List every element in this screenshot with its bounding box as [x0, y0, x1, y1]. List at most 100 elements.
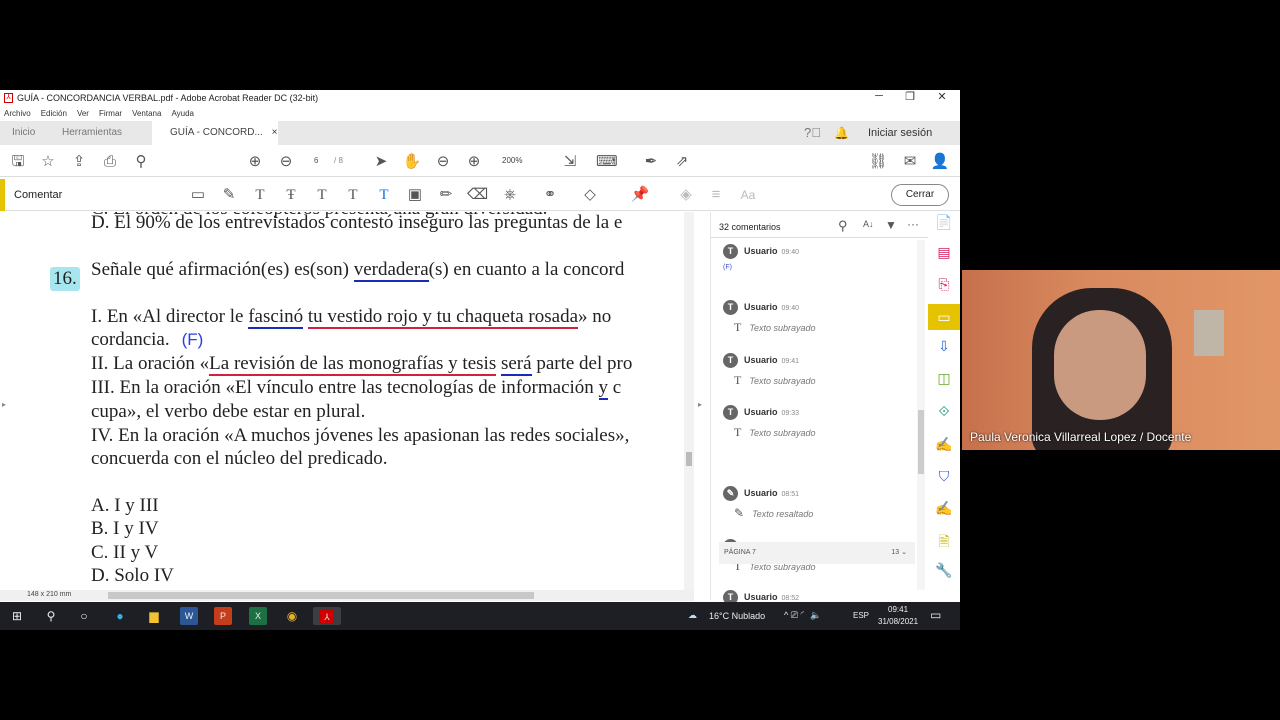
document-view[interactable]: C. El orden de los coleópteros presenta … — [0, 212, 694, 590]
insert-text-icon[interactable]: T — [343, 179, 363, 211]
comment-item[interactable]: T Usuario 09:33 T Texto subrayado — [723, 405, 816, 439]
zoom-out-icon[interactable]: ⊖ — [433, 147, 453, 177]
comment-item[interactable]: ✎ Usuario 08:51 ✎ Texto resaltado — [723, 486, 813, 520]
file-explorer-icon[interactable]: ▆ — [145, 607, 163, 625]
send-comments-icon[interactable]: 🗎 — [934, 531, 954, 551]
underlined-text[interactable]: verdadera — [353, 259, 429, 282]
filter-icon[interactable]: ▼ — [885, 218, 897, 232]
attach-icon[interactable]: ⚭ — [540, 179, 560, 211]
menu-ver[interactable]: Ver — [77, 109, 89, 118]
tab-close-icon[interactable]: × — [272, 127, 278, 138]
comments-scrollbar[interactable] — [917, 240, 925, 590]
tray-icons[interactable]: ^ ⎚ ◜ 🔈 — [784, 610, 821, 621]
help-icon[interactable]: ?⃝ — [804, 121, 821, 145]
font-size-icon[interactable]: Aa — [738, 179, 758, 211]
weather-text[interactable]: 16°C Nublado — [709, 611, 765, 621]
bookmark-star-icon[interactable]: ☆ — [38, 147, 58, 177]
menu-ventana[interactable]: Ventana — [132, 109, 161, 118]
language-indicator[interactable]: ESP — [853, 611, 869, 620]
tab-inicio[interactable]: Inicio — [12, 121, 35, 145]
close-window-button[interactable]: ✕ — [927, 90, 957, 103]
horizontal-scroll-thumb[interactable] — [108, 592, 534, 599]
page-group-header[interactable]: PÁGINA 7 13 ⌄ — [719, 542, 915, 564]
print-icon[interactable]: ⎙ — [100, 147, 120, 177]
keyboard-icon[interactable]: ⌨ — [596, 147, 618, 177]
zoom-level-select[interactable]: 200% — [502, 156, 522, 165]
save-icon[interactable]: 🖫 — [8, 147, 28, 177]
close-comment-button[interactable]: Cerrar — [891, 184, 949, 206]
replace-text-icon[interactable]: T — [312, 179, 332, 211]
bell-icon[interactable]: 🔔 — [834, 121, 849, 145]
select-cursor-icon[interactable]: ➤ — [371, 147, 391, 177]
line-weight-icon[interactable]: ≡ — [706, 179, 726, 211]
text-box-icon[interactable]: ▣ — [405, 179, 425, 211]
document-vertical-scrollbar[interactable] — [684, 212, 694, 590]
protect-icon[interactable]: ⛉ — [934, 466, 954, 486]
left-panel-toggle-icon[interactable]: ▸ — [2, 400, 6, 409]
scan-ocr-icon[interactable]: ⟐ — [934, 401, 954, 421]
eraser-icon[interactable]: ⌫ — [467, 179, 488, 211]
clock-date[interactable]: 31/08/2021 — [878, 617, 918, 626]
combine-files-icon[interactable]: ⇩ — [934, 336, 954, 356]
start-icon[interactable]: ⊞ — [8, 607, 26, 625]
sticky-note-icon[interactable]: ▭ — [188, 179, 208, 211]
minimize-button[interactable]: ─ — [864, 90, 894, 102]
request-signature-icon[interactable]: ✍ — [934, 498, 954, 518]
shapes-icon[interactable]: ◇ — [580, 179, 600, 211]
comment-tool-icon[interactable]: ▭ — [928, 304, 960, 330]
compare-icon[interactable]: ◫ — [934, 368, 954, 388]
page-number-input[interactable]: 6 — [314, 156, 318, 165]
handwritten-note[interactable]: (F) — [182, 330, 204, 349]
right-panel-toggle-icon[interactable]: ▸ — [698, 400, 702, 409]
organize-pages-icon[interactable]: ▤ — [934, 242, 954, 262]
edge-icon[interactable]: ● — [111, 607, 129, 625]
horizontal-scrollbar[interactable]: 148 x 210 mm — [0, 590, 694, 601]
underlined-text[interactable]: será — [500, 353, 532, 376]
clock-time[interactable]: 09:41 — [888, 605, 908, 614]
fill-sign-icon[interactable]: ✍ — [934, 434, 954, 454]
pin-icon[interactable]: 📌 — [630, 179, 650, 211]
underlined-text[interactable]: tu vestido rojo y tu chaqueta rosada — [307, 306, 579, 329]
menu-archivo[interactable]: Archivo — [4, 109, 31, 118]
strikethrough-icon[interactable]: Ŧ — [281, 179, 301, 211]
comment-item[interactable]: T Usuario 09:40 T Texto subrayado — [723, 300, 816, 334]
add-text-icon[interactable]: T — [374, 179, 394, 211]
notifications-icon[interactable]: ▭ — [930, 608, 941, 622]
search-icon[interactable]: ⚲ — [131, 147, 151, 177]
share-user-icon[interactable]: 👤 — [930, 147, 950, 177]
more-options-icon[interactable]: ··· — [907, 217, 919, 231]
acrobat-taskbar-icon[interactable]: ⅄ — [313, 607, 341, 625]
excel-icon[interactable]: X — [249, 607, 267, 625]
underlined-text[interactable]: fascinó — [248, 306, 304, 329]
upload-cloud-icon[interactable]: ⇪ — [69, 147, 89, 177]
menu-edicion[interactable]: Edición — [41, 109, 67, 118]
sign-in-button[interactable]: Iniciar sesión — [868, 121, 932, 145]
email-icon[interactable]: ✉ — [900, 147, 920, 177]
underlined-text[interactable]: La revisión de las monografías y tesis — [209, 353, 497, 376]
menu-ayuda[interactable]: Ayuda — [171, 109, 194, 118]
task-view-icon[interactable]: ○ — [75, 607, 93, 625]
export-pdf-icon[interactable]: ⎘ — [934, 274, 954, 294]
comment-item[interactable]: T Usuario 09:40 (F) — [723, 244, 799, 271]
hand-icon[interactable]: ✋ — [402, 147, 422, 177]
highlight-icon[interactable]: ✎ — [219, 179, 239, 211]
restore-button[interactable]: ❐ — [895, 90, 925, 103]
comment-item[interactable]: T Usuario 09:41 T Texto subrayado — [723, 353, 816, 387]
chrome-icon[interactable]: ◉ — [283, 607, 301, 625]
more-tools-icon[interactable]: 🔧 — [934, 560, 954, 580]
stamp-icon[interactable]: ⎈ — [500, 179, 520, 211]
tab-herramientas[interactable]: Herramientas — [62, 121, 122, 145]
sort-icon[interactable]: A↓ — [863, 219, 874, 229]
page-down-icon[interactable]: ⊖ — [276, 147, 296, 177]
share-icon[interactable]: ⇗ — [672, 147, 692, 177]
tab-document[interactable]: GUÍA - CONCORD... × — [152, 121, 278, 145]
fit-page-icon[interactable]: ⇲ — [560, 147, 580, 177]
pencil-icon[interactable]: ✏ — [436, 179, 456, 211]
underlined-text[interactable]: y — [598, 377, 609, 400]
link-icon[interactable]: ⛓ — [868, 147, 888, 177]
page-up-icon[interactable]: ⊕ — [245, 147, 265, 177]
search-icon[interactable]: ⚲ — [42, 607, 60, 625]
powerpoint-icon[interactable]: P — [214, 607, 232, 625]
zoom-in-icon[interactable]: ⊕ — [464, 147, 484, 177]
word-icon[interactable]: W — [180, 607, 198, 625]
